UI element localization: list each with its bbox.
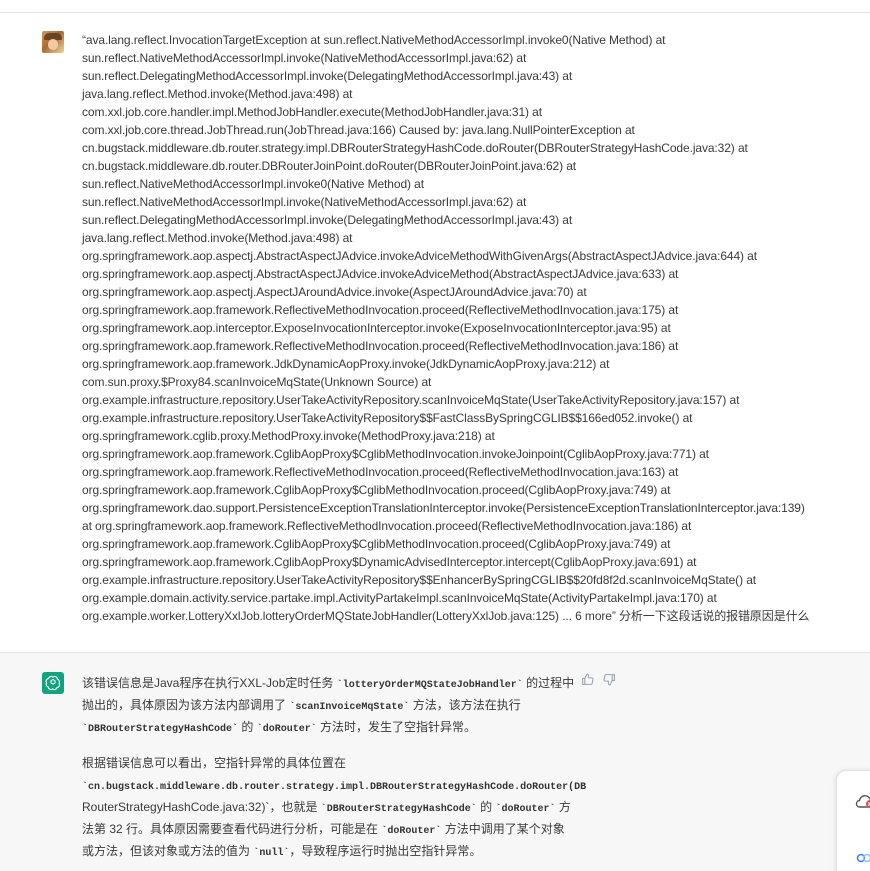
user-message-line: java.lang.reflect.Method.invoke(Method.j… bbox=[82, 231, 353, 245]
user-message-line: com.sun.proxy.$Proxy84.scanInvoiceMqStat… bbox=[82, 375, 432, 389]
text-segment: 抛出的，具体原因为该方法内部调用了 bbox=[82, 698, 290, 712]
assistant-line: RouterStrategyHashCode.java:32)`，也就是 `DB… bbox=[82, 796, 572, 818]
assistant-paragraph: 根据错误信息可以看出，空指针异常的具体位置在 `cn.bugstack.middl… bbox=[82, 752, 586, 862]
user-message-line: org.example.infrastructure.repository.Us… bbox=[82, 411, 693, 425]
user-message-line: org.springframework.aop.aspectj.Abstract… bbox=[82, 249, 757, 263]
text-segment: 方法时，发生了空指针异常。 bbox=[316, 720, 477, 734]
openai-logo-icon bbox=[45, 675, 61, 691]
link-icon[interactable] bbox=[855, 849, 870, 867]
assistant-line: 根据错误信息可以看出，空指针异常的具体位置在 bbox=[82, 752, 572, 774]
user-message-text: “ava.lang.reflect.InvocationTargetExcept… bbox=[82, 31, 870, 625]
assistant-message-text: 该错误信息是Java程序在执行XXL-Job定时任务 `lotteryOrder… bbox=[82, 672, 586, 862]
text-segment: 根据错误信息可以看出，空指针异常的具体位置在 bbox=[82, 756, 347, 770]
user-message-line: org.springframework.aop.framework.Reflec… bbox=[82, 465, 679, 479]
user-message-line: org.springframework.aop.framework.CglibA… bbox=[82, 555, 697, 569]
user-message-line: sun.reflect.NativeMethodAccessorImpl.inv… bbox=[82, 195, 527, 209]
text-segment: 的 bbox=[238, 720, 257, 734]
assistant-line: `DBRouterStrategyHashCode` 的 `doRouter` … bbox=[82, 716, 572, 738]
user-message-line: org.springframework.dao.support.Persiste… bbox=[82, 501, 805, 515]
text-segment: 法第 32 行。具体原因需要查看代码进行分析，可能是在 bbox=[82, 822, 382, 836]
user-message-line: “ava.lang.reflect.InvocationTargetExcept… bbox=[82, 33, 666, 47]
user-message-line: org.example.infrastructure.repository.Us… bbox=[82, 573, 757, 587]
text-segment: ，也就是 bbox=[269, 800, 321, 814]
floating-tool-widget[interactable] bbox=[836, 770, 870, 871]
user-message-line: org.springframework.aop.framework.Reflec… bbox=[82, 339, 679, 353]
user-message-line: sun.reflect.DelegatingMethodAccessorImpl… bbox=[82, 69, 573, 83]
thumbs-down-button[interactable] bbox=[602, 672, 616, 686]
text-segment: 的 bbox=[476, 800, 496, 814]
user-message-line: org.springframework.aop.framework.JdkDyn… bbox=[82, 357, 610, 371]
user-message-line: java.lang.reflect.Method.invoke(Method.j… bbox=[82, 87, 353, 101]
avatar-face-shape bbox=[48, 39, 58, 50]
assistant-avatar bbox=[42, 672, 64, 694]
text-segment: 的过程中 bbox=[522, 676, 575, 690]
user-message-line: org.springframework.aop.aspectj.Abstract… bbox=[82, 267, 679, 281]
user-message-line: com.xxl.job.core.handler.impl.MethodJobH… bbox=[82, 105, 542, 119]
text-segment: 该错误信息是Java程序在执行XXL-Job定时任务 bbox=[82, 676, 337, 690]
text-segment: RouterStrategyHashCode.java:32)` bbox=[82, 800, 270, 814]
assistant-line: 该错误信息是Java程序在执行XXL-Job定时任务 `lotteryOrder… bbox=[82, 672, 575, 694]
user-message-line: com.xxl.job.core.thread.JobThread.run(Jo… bbox=[82, 123, 635, 137]
user-message-line: org.springframework.aop.framework.Reflec… bbox=[82, 303, 679, 317]
user-message-line: sun.reflect.NativeMethodAccessorImpl.inv… bbox=[82, 51, 527, 65]
text-segment: 方 bbox=[555, 800, 571, 814]
inline-code: `scanInvoiceMqState` bbox=[289, 702, 410, 713]
user-message-line: org.springframework.aop.aspectj.AspectJA… bbox=[82, 285, 587, 299]
assistant-paragraph: 该错误信息是Java程序在执行XXL-Job定时任务 `lotteryOrder… bbox=[82, 672, 575, 738]
user-message-line: org.springframework.aop.framework.CglibA… bbox=[82, 537, 671, 551]
inline-code: `doRouter` bbox=[381, 826, 442, 837]
assistant-line: `cn.bugstack.middleware.db.router.strate… bbox=[82, 774, 586, 796]
text-segment: ，导致程序运行时抛出空指针异常。 bbox=[289, 844, 482, 858]
inline-code: `DBRouterStrategyHashCode` bbox=[82, 724, 239, 735]
user-message-line: org.example.infrastructure.repository.Us… bbox=[82, 393, 740, 407]
user-message-line: org.example.worker.LotteryXxlJob.lottery… bbox=[82, 609, 810, 623]
thumbs-up-button[interactable] bbox=[580, 672, 594, 686]
text-segment: 或方法，但该对象或方法的值为 bbox=[82, 844, 254, 858]
assistant-line: 或方法，但该对象或方法的值为 `null`，导致程序运行时抛出空指针异常。 bbox=[82, 840, 572, 862]
text-segment: 方法，该方法在执行 bbox=[409, 698, 521, 712]
user-message-line: sun.reflect.DelegatingMethodAccessorImpl… bbox=[82, 213, 573, 227]
user-message-line: org.springframework.aop.framework.CglibA… bbox=[82, 447, 709, 461]
inline-code: `lotteryOrderMQStateJobHandler` bbox=[336, 680, 523, 691]
user-message-line: org.springframework.cglib.proxy.MethodPr… bbox=[82, 429, 495, 443]
user-message-line: cn.bugstack.middleware.db.router.DBRoute… bbox=[82, 159, 577, 173]
inline-code: `doRouter` bbox=[256, 724, 317, 735]
thumbs-up-icon bbox=[581, 673, 593, 685]
user-avatar bbox=[42, 31, 64, 53]
user-message-line: cn.bugstack.middleware.db.router.strateg… bbox=[82, 141, 748, 155]
text-segment: 方法中调用了某个对象 bbox=[441, 822, 565, 836]
user-message-line: sun.reflect.NativeMethodAccessorImpl.inv… bbox=[82, 177, 424, 191]
user-message-line: org.example.domain.activity.service.part… bbox=[82, 591, 717, 605]
inline-code: `null` bbox=[253, 848, 290, 859]
inline-code: `cn.bugstack.middleware.db.router.strate… bbox=[82, 782, 587, 793]
assistant-line: 抛出的，具体原因为该方法内部调用了 `scanInvoiceMqState` 方… bbox=[82, 694, 572, 716]
assistant-line: 法第 32 行。具体原因需要查看代码进行分析，可能是在 `doRouter` 方… bbox=[82, 818, 572, 840]
thumbs-down-icon bbox=[603, 673, 615, 685]
user-message-line: at org.springframework.aop.framework.Ref… bbox=[82, 519, 692, 533]
user-message-line: org.springframework.aop.interceptor.Expo… bbox=[82, 321, 671, 335]
user-message-line: org.springframework.aop.framework.CglibA… bbox=[82, 483, 671, 497]
inline-code: `DBRouterStrategyHashCode` bbox=[320, 804, 477, 815]
cloud-icon[interactable] bbox=[853, 793, 870, 809]
inline-code: `doRouter` bbox=[495, 804, 556, 815]
feedback-buttons bbox=[580, 672, 616, 686]
